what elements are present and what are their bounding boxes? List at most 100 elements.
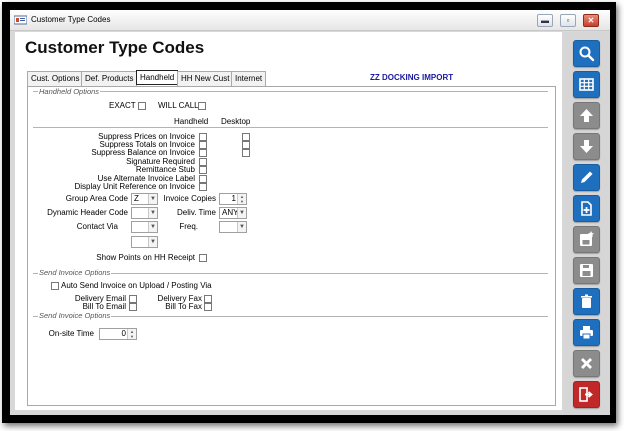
- tab-handheld[interactable]: Handheld: [136, 70, 179, 85]
- tab-def-products[interactable]: Def. Products: [81, 71, 138, 86]
- chevron-down-icon: ▼: [148, 194, 157, 204]
- maximize-button[interactable]: ▫: [560, 14, 576, 27]
- auto-send-invoice-checkbox[interactable]: [51, 282, 59, 290]
- customer-label: ZZ DOCKING IMPORT: [370, 73, 454, 82]
- suppress-prices-desktop-checkbox[interactable]: [242, 133, 250, 141]
- dynamic-header-code-select[interactable]: ▼: [131, 207, 158, 219]
- send-invoice-options-group-label: Send Invoice Options: [38, 268, 112, 277]
- alternate-invoice-checkbox[interactable]: [199, 175, 207, 183]
- print-button[interactable]: [573, 319, 600, 346]
- remittance-stub-checkbox[interactable]: [199, 166, 207, 174]
- group-area-code-label: Group Area Code: [65, 194, 128, 203]
- title-bar[interactable]: Customer Type Codes ▬ ▫ ✕: [10, 10, 610, 31]
- bill-to-fax-checkbox[interactable]: [204, 303, 212, 311]
- arrow-up-button[interactable]: [573, 102, 600, 129]
- customer-type-codes-window: Customer Type Codes ▬ ▫ ✕ Customer Type …: [10, 10, 610, 415]
- window-title: Customer Type Codes: [31, 15, 111, 24]
- save-new-button[interactable]: [573, 226, 600, 253]
- arrow-down-icon: [580, 140, 593, 153]
- on-site-time-stepper[interactable]: 0 ▲ ▼: [99, 328, 137, 340]
- chevron-down-icon: ▼: [148, 222, 157, 232]
- arrow-down-button[interactable]: [573, 133, 600, 160]
- on-site-time-value: 0: [121, 329, 126, 338]
- signature-required-checkbox[interactable]: [199, 158, 207, 166]
- remittance-stub-label: Remittance Stub: [135, 165, 195, 174]
- delete-trash-icon: [581, 294, 592, 308]
- bill-to-email-label: Bill To Email: [82, 302, 126, 311]
- page-title: Customer Type Codes: [25, 38, 205, 57]
- exit-door-icon: [579, 387, 593, 402]
- save-icon: [580, 264, 593, 277]
- deliv-time-value: ANY: [222, 208, 239, 217]
- grid-icon: [579, 78, 594, 91]
- contact-via-secondary-select[interactable]: ▼: [131, 236, 158, 248]
- deliv-time-label: Deliv. Time: [177, 208, 216, 217]
- search-button[interactable]: [573, 40, 600, 67]
- delivery-email-checkbox[interactable]: [129, 295, 137, 303]
- chevron-down-icon: ▼: [237, 222, 246, 232]
- will-call-label: WILL CALL: [158, 101, 199, 110]
- group-divider: [33, 91, 548, 92]
- show-points-label: Show Points on HH Receipt: [96, 253, 195, 262]
- bill-to-fax-label: Bill To Fax: [165, 302, 202, 311]
- save-new-icon: [580, 231, 594, 246]
- arrow-up-icon: [580, 109, 593, 122]
- invoice-copies-stepper[interactable]: 1 ▲ ▼: [219, 193, 247, 205]
- edit-pencil-button[interactable]: [573, 164, 600, 191]
- deliv-time-select[interactable]: ANY ▼: [219, 207, 247, 219]
- window-frame: Customer Type Codes ▬ ▫ ✕ Customer Type …: [2, 2, 616, 423]
- minimize-button[interactable]: ▬: [537, 14, 553, 27]
- auto-send-invoice-label: Auto Send Invoice on Upload / Posting Vi…: [61, 281, 212, 290]
- chevron-down-icon: ▼: [237, 208, 246, 218]
- send-invoice-options-group-label-2: Send Invoice Options: [38, 311, 112, 320]
- suppress-balance-desktop-checkbox[interactable]: [242, 149, 250, 157]
- close-x-button[interactable]: [573, 350, 600, 377]
- suppress-balance-handheld-checkbox[interactable]: [199, 149, 207, 157]
- on-site-time-label: On-site Time: [48, 329, 94, 338]
- print-icon: [580, 326, 593, 340]
- freq-label: Freq.: [179, 222, 198, 231]
- content-area: Customer Type Codes Cust. Options Def. P…: [15, 32, 562, 410]
- freq-select[interactable]: ▼: [219, 221, 247, 233]
- display-unit-reference-checkbox[interactable]: [199, 183, 207, 191]
- suppress-prices-handheld-checkbox[interactable]: [199, 133, 207, 141]
- chevron-down-icon: ▼: [148, 208, 157, 218]
- invoice-copies-label: Invoice Copies: [163, 194, 216, 203]
- dynamic-header-code-label: Dynamic Header Code: [47, 208, 128, 217]
- suppress-balance-label: Suppress Balance on Invoice: [91, 148, 195, 157]
- delivery-fax-checkbox[interactable]: [204, 295, 212, 303]
- suppress-totals-handheld-checkbox[interactable]: [199, 141, 207, 149]
- app-icon: [14, 15, 27, 25]
- handheld-column-header: Handheld: [174, 117, 209, 126]
- show-points-checkbox[interactable]: [199, 254, 207, 262]
- handheld-options-group-label: Handheld Options: [38, 87, 101, 96]
- invoice-copies-value: 1: [231, 194, 236, 203]
- close-window-button[interactable]: ✕: [583, 14, 599, 27]
- edit-pencil-icon: [581, 171, 593, 183]
- spinner-arrows-icon: ▲ ▼: [237, 194, 246, 204]
- handheld-panel: Handheld Options EXACT WILL CALL Handhel…: [27, 86, 556, 406]
- tab-hh-new-cust[interactable]: HH New Cust: [177, 71, 234, 86]
- side-toolbar: [564, 32, 610, 415]
- search-icon: [579, 46, 595, 62]
- add-document-button[interactable]: [573, 195, 600, 222]
- add-document-icon: [581, 201, 592, 216]
- group-area-code-value: Z: [134, 194, 139, 203]
- exit-door-button[interactable]: [573, 381, 600, 408]
- tab-cust-options[interactable]: Cust. Options: [27, 71, 84, 86]
- tab-internet[interactable]: Internet: [231, 71, 267, 86]
- group-area-code-select[interactable]: Z ▼: [131, 193, 158, 205]
- will-call-checkbox[interactable]: [198, 102, 206, 110]
- close-x-icon: [581, 358, 592, 369]
- save-button[interactable]: [573, 257, 600, 284]
- suppress-totals-desktop-checkbox[interactable]: [242, 141, 250, 149]
- desktop-column-header: Desktop: [221, 117, 251, 126]
- bill-to-email-checkbox[interactable]: [129, 303, 137, 311]
- divider: [33, 127, 548, 128]
- exact-checkbox[interactable]: [138, 102, 146, 110]
- chevron-down-icon: ▼: [148, 237, 157, 247]
- grid-button[interactable]: [573, 71, 600, 98]
- delete-trash-button[interactable]: [573, 288, 600, 315]
- contact-via-select[interactable]: ▼: [131, 221, 158, 233]
- display-unit-reference-label: Display Unit Reference on Invoice: [74, 182, 195, 191]
